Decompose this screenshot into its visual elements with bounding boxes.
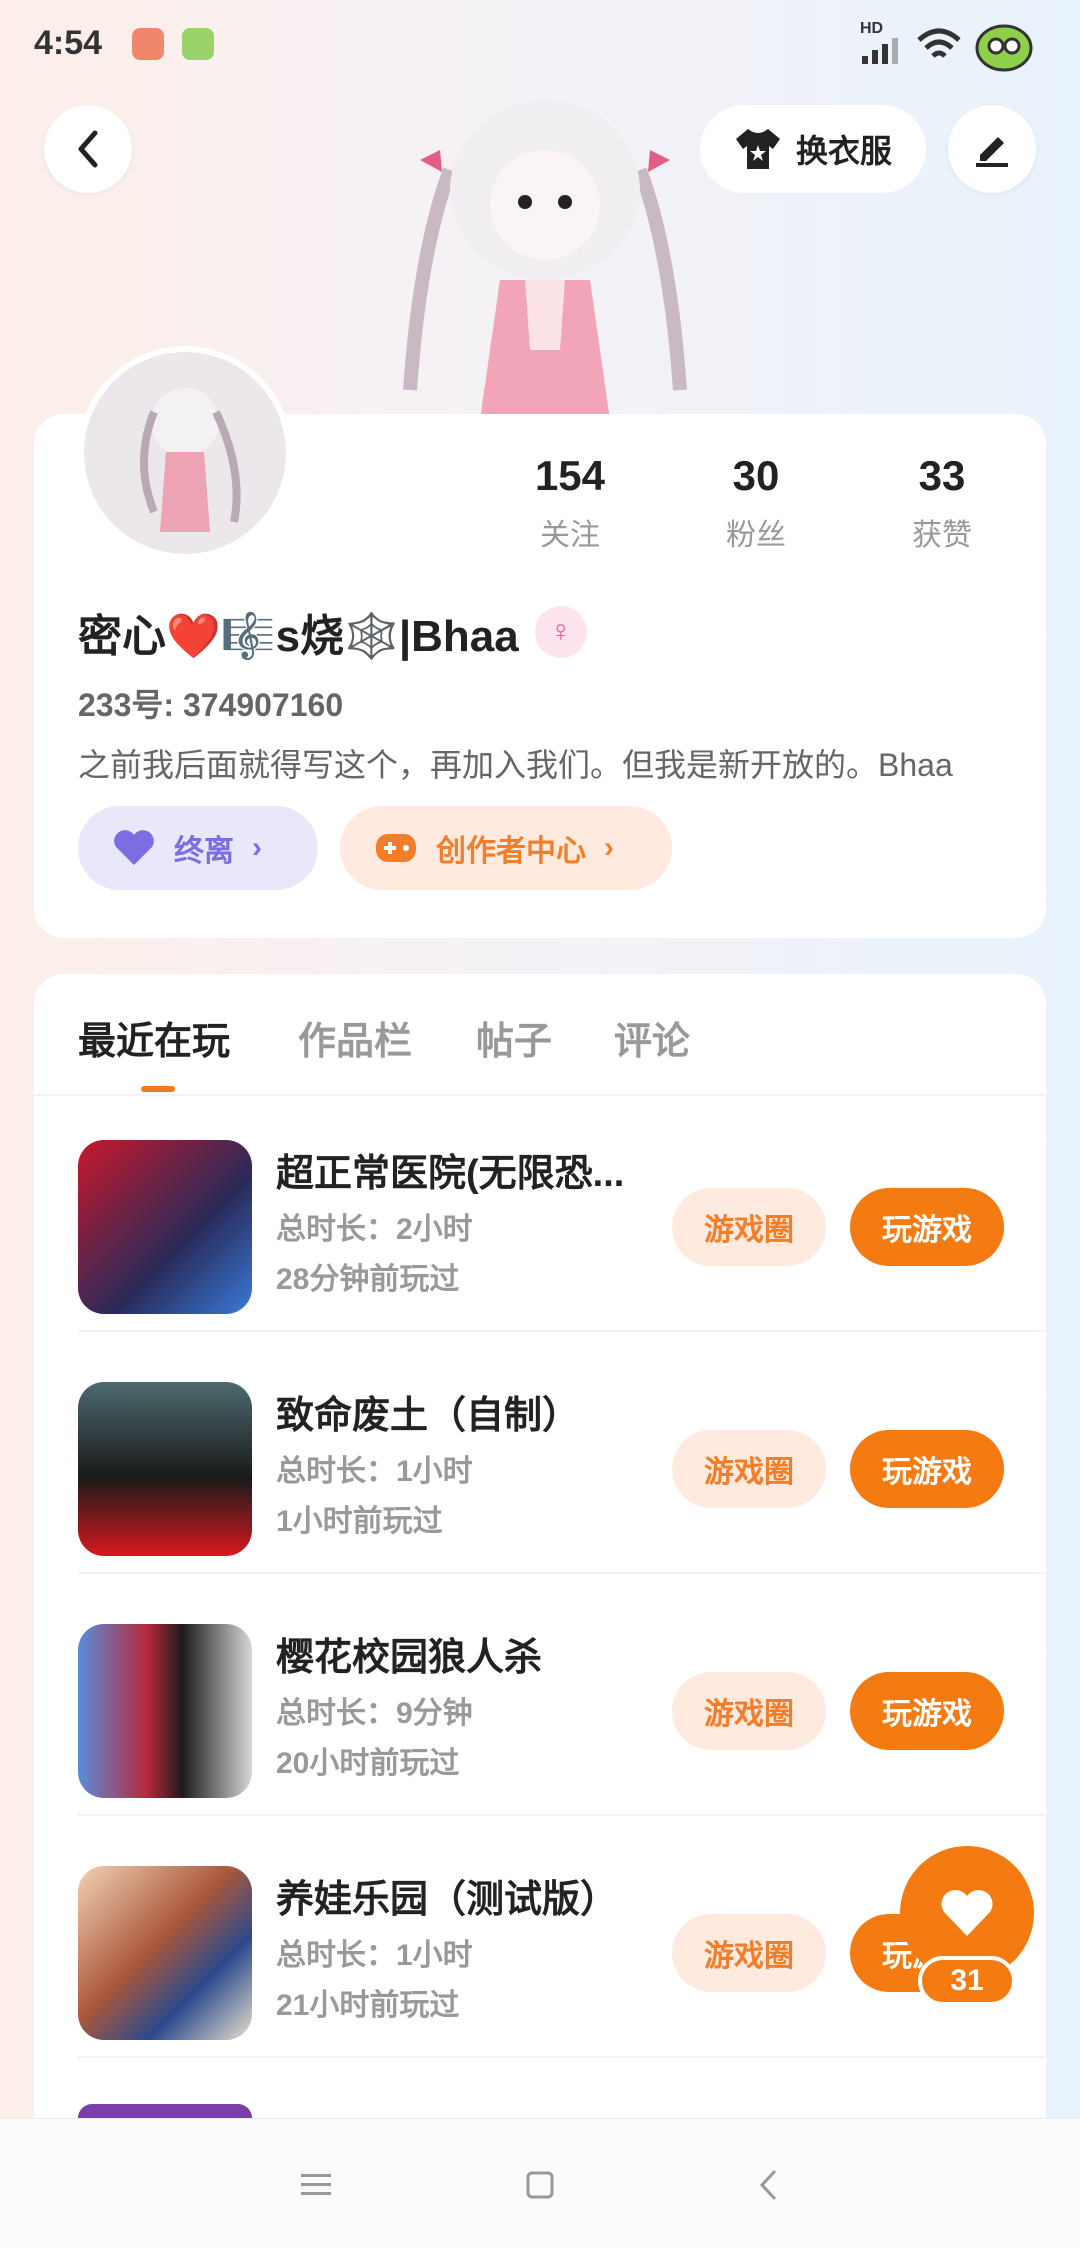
- game-duration: 总时长：1小时: [276, 1939, 473, 1972]
- game-circle-button[interactable]: 游戏圈: [672, 1914, 826, 1992]
- chevron-right-icon: ›: [252, 831, 262, 864]
- avatar-3d-figure[interactable]: [380, 90, 710, 420]
- game-last-played: 20小时前玩过: [276, 1747, 460, 1780]
- game-last-played: 1小时前玩过: [276, 1505, 443, 1538]
- status-bar: 4:54 HD: [0, 0, 1080, 90]
- game-thumbnail[interactable]: [78, 1624, 252, 1798]
- back-button[interactable]: [44, 105, 132, 193]
- pencil-icon: [976, 137, 1008, 167]
- game-title: 致命废土（自制）: [276, 1395, 581, 1437]
- game-last-played: 21小时前玩过: [276, 1989, 460, 2022]
- username-row: 密心❤️🎼s烧🕸️|Bhaa ♀: [78, 600, 587, 664]
- heart-icon: [114, 830, 154, 865]
- home-icon[interactable]: [520, 2165, 560, 2205]
- stat-num: 33: [918, 452, 966, 499]
- game-thumbnail[interactable]: [78, 1382, 252, 1556]
- game-duration: 总时长：1小时: [276, 1455, 473, 1488]
- tab-posts[interactable]: 帖子: [476, 1010, 552, 1065]
- game-thumbnail[interactable]: [78, 1866, 252, 2040]
- game-last-played: 28分钟前玩过: [276, 1263, 460, 1296]
- change-outfit-button[interactable]: 换衣服: [700, 105, 926, 193]
- stat-label: 关注: [540, 519, 600, 552]
- notification-android-icon: [182, 28, 214, 60]
- avatar-figure-image: [140, 388, 241, 532]
- status-time: 4:54: [34, 24, 103, 62]
- relationship-tag-button[interactable]: 终离 ›: [78, 806, 318, 890]
- game-row[interactable]: 超正常医院(无限恐... 总时长：2小时 28分钟前玩过 游戏圈 玩游戏: [78, 1090, 1046, 1332]
- system-nav-bar: [0, 2118, 1080, 2248]
- menu-icon[interactable]: [296, 2165, 336, 2205]
- user-id: 233号: 374907160: [78, 687, 344, 723]
- chevron-right-icon: ›: [604, 831, 614, 864]
- stat-num: 154: [534, 452, 606, 499]
- play-game-button[interactable]: 玩游戏: [850, 1672, 1004, 1750]
- stat-following[interactable]: 154 关注: [490, 452, 650, 554]
- divider: [78, 2056, 1046, 2058]
- username: 密心❤️🎼s烧🕸️|Bhaa: [78, 612, 519, 661]
- heart-icon: [941, 1889, 993, 1936]
- stat-fans[interactable]: 30 粉丝: [676, 452, 836, 554]
- tshirt-icon: [735, 129, 780, 169]
- game-circle-button[interactable]: 游戏圈: [672, 1430, 826, 1508]
- back-nav-icon[interactable]: [748, 2165, 788, 2205]
- gamepad-icon: [376, 834, 416, 862]
- game-circle-button[interactable]: 游戏圈: [672, 1188, 826, 1266]
- edit-button[interactable]: [948, 105, 1036, 193]
- change-outfit-label: 换衣服: [795, 133, 892, 169]
- game-title: 超正常医院(无限恐...: [276, 1153, 625, 1195]
- play-game-button[interactable]: 玩游戏: [850, 1188, 1004, 1266]
- stat-label: 获赞: [912, 519, 972, 552]
- female-icon: ♀: [534, 606, 587, 658]
- avatar[interactable]: [78, 346, 292, 560]
- tab-comments[interactable]: 评论: [614, 1010, 690, 1065]
- game-duration: 总时长：9分钟: [276, 1697, 473, 1730]
- game-thumbnail-partial[interactable]: [78, 2104, 252, 2118]
- signal-icon: [862, 38, 898, 64]
- game-thumbnail[interactable]: [78, 1140, 252, 1314]
- game-circle-button[interactable]: 游戏圈: [672, 1672, 826, 1750]
- tab-works[interactable]: 作品栏: [298, 1010, 412, 1065]
- chevron-left-icon: [78, 130, 98, 168]
- game-duration: 总时长：2小时: [276, 1213, 473, 1246]
- like-count-badge: 31: [918, 1956, 1016, 2006]
- battery-mascot-icon: [975, 24, 1033, 72]
- stat-label: 粉丝: [726, 519, 786, 552]
- game-row[interactable]: 养娃乐园（测试版） 总时长：1小时 21小时前玩过 游戏圈 玩游戏: [78, 1816, 1046, 2058]
- tab-recent[interactable]: 最近在玩: [78, 1010, 230, 1065]
- notification-app-icon: [132, 28, 164, 60]
- relationship-tag-label: 终离: [174, 835, 234, 868]
- play-game-button[interactable]: 玩游戏: [850, 1430, 1004, 1508]
- creator-center-button[interactable]: 创作者中心 ›: [340, 806, 672, 890]
- game-row[interactable]: 樱花校园狼人杀 总时长：9分钟 20小时前玩过 游戏圈 玩游戏: [78, 1574, 1046, 1816]
- game-title: 樱花校园狼人杀: [276, 1637, 543, 1679]
- stat-num: 30: [732, 452, 780, 499]
- wifi-icon: [917, 28, 961, 58]
- stat-likes[interactable]: 33 获赞: [862, 452, 1022, 554]
- bio: 之前我后面就得写这个，再加入我们。但我是新开放的。Bhaa: [78, 747, 953, 783]
- game-row[interactable]: 致命废土（自制） 总时长：1小时 1小时前玩过 游戏圈 玩游戏: [78, 1332, 1046, 1574]
- creator-center-label: 创作者中心: [436, 835, 586, 868]
- game-title: 养娃乐园（测试版）: [276, 1879, 619, 1921]
